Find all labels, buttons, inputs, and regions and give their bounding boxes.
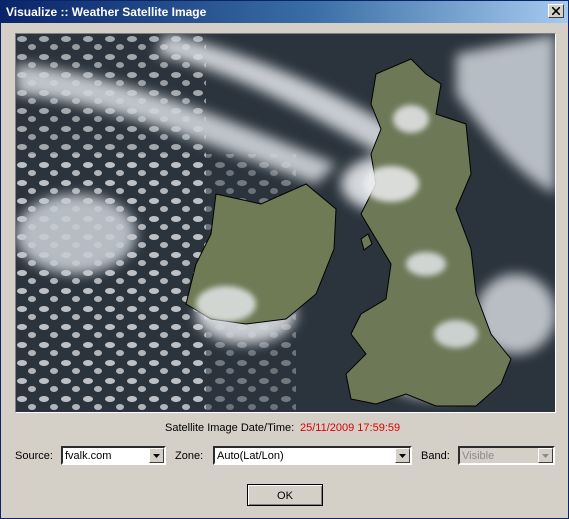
datetime-label: Satellite Image Date/Time:: [165, 422, 295, 434]
zone-label: Zone:: [175, 450, 204, 462]
band-dropdown-button[interactable]: [538, 448, 553, 463]
band-select[interactable]: Visible: [458, 446, 555, 465]
title-bar[interactable]: Visualize :: Weather Satellite Image: [1, 1, 568, 23]
source-select[interactable]: fvalk.com: [61, 446, 166, 465]
satellite-image-dialog: Visualize :: Weather Satellite Image Sat…: [0, 0, 569, 519]
satellite-image: [15, 33, 556, 413]
close-button[interactable]: [548, 4, 564, 18]
zone-dropdown-button[interactable]: [395, 448, 410, 463]
ok-label: OK: [277, 490, 293, 502]
zone-value: Auto(Lat/Lon): [217, 450, 284, 462]
satellite-image-canvas: [16, 34, 555, 412]
band-label: Band:: [421, 450, 450, 462]
window-title: Visualize :: Weather Satellite Image: [6, 5, 207, 19]
close-icon: [552, 7, 560, 15]
chevron-down-icon: [542, 454, 549, 458]
source-value: fvalk.com: [65, 450, 112, 462]
datetime-value: 25/11/2009 17:59:59: [300, 422, 401, 434]
zone-select[interactable]: Auto(Lat/Lon): [213, 446, 412, 465]
ok-button[interactable]: OK: [247, 484, 323, 506]
source-label: Source:: [15, 450, 53, 462]
chevron-down-icon: [153, 454, 160, 458]
chevron-down-icon: [399, 454, 406, 458]
source-dropdown-button[interactable]: [149, 448, 164, 463]
band-value: Visible: [462, 450, 495, 462]
